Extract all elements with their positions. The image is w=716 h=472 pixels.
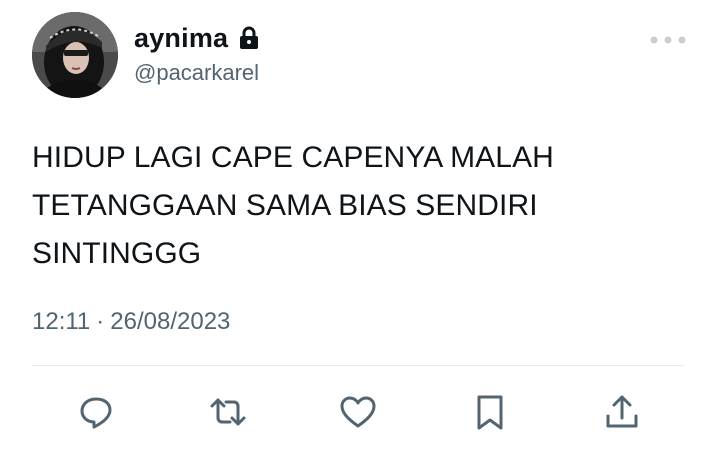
user-handle[interactable]: @pacarkarel (134, 60, 259, 86)
tweet-time: 12:11 (32, 308, 91, 335)
retweet-button[interactable] (202, 386, 254, 438)
reply-icon (80, 397, 112, 429)
display-name-row: aynima (134, 20, 260, 56)
share-button[interactable] (596, 386, 648, 438)
bookmark-icon (477, 395, 503, 430)
bookmark-button[interactable] (464, 386, 516, 438)
reply-button[interactable] (70, 386, 122, 438)
display-name[interactable]: aynima (134, 23, 228, 54)
tweet-card: aynima @pacarkarel HIDUP LAGI CAPE CAPEN… (0, 0, 716, 472)
tweet-text: HIDUP LAGI CAPE CAPENYA MALAH TETANGGAAN… (32, 141, 554, 270)
lock-icon (238, 26, 260, 50)
like-button[interactable] (332, 386, 384, 438)
tweet-timestamp[interactable]: 12:11 · 26/08/2023 (32, 308, 230, 336)
timestamp-separator: · (96, 308, 105, 335)
profile-photo-icon (32, 12, 118, 98)
retweet-icon (210, 398, 246, 426)
share-icon (606, 395, 638, 428)
heart-icon (340, 396, 376, 428)
tweet-date: 26/08/2023 (110, 308, 231, 335)
avatar[interactable] (32, 12, 118, 98)
more-options-icon[interactable] (648, 30, 688, 50)
action-bar (0, 386, 716, 438)
divider (32, 365, 684, 366)
